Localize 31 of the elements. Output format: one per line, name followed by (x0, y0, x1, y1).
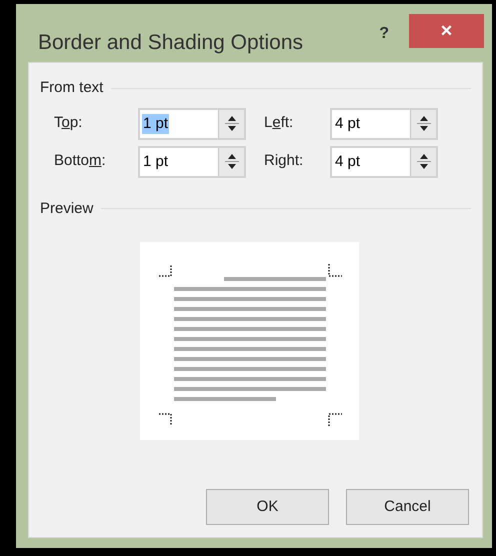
field-value: 1 pt (142, 114, 170, 134)
up-arrow-icon (420, 154, 428, 159)
spin-field[interactable]: 4 pt (330, 146, 438, 178)
spin-field[interactable]: 1 pt (138, 146, 246, 178)
field-value: 1 pt (142, 152, 170, 172)
dialog-button[interactable]: OK (206, 489, 329, 525)
field-label: Top: (54, 113, 84, 134)
dialog-button[interactable]: Cancel (346, 489, 469, 525)
spinner-control[interactable] (218, 110, 244, 138)
field-value: 4 pt (334, 114, 362, 134)
window-title: Border and Shading Options (38, 30, 304, 56)
up-arrow-icon (228, 116, 236, 121)
spinner-control[interactable] (218, 148, 244, 176)
down-arrow-icon (228, 164, 236, 169)
down-arrow-icon (228, 126, 236, 131)
field-value: 4 pt (334, 152, 362, 172)
field-label: Left: (264, 113, 294, 134)
help-button[interactable]: ? (379, 22, 389, 46)
spinner-control[interactable] (410, 148, 436, 176)
spin-field[interactable]: 4 pt (330, 108, 438, 140)
spinner-control[interactable] (410, 110, 436, 138)
close-button[interactable]: × (409, 14, 484, 48)
up-arrow-icon (420, 116, 428, 121)
group-title: From text (40, 78, 104, 98)
spin-field[interactable]: 1 pt (138, 108, 246, 140)
field-label: Right: (264, 151, 304, 172)
group-title: Preview (40, 198, 94, 218)
field-label: Bottom: (54, 151, 107, 172)
up-arrow-icon (228, 154, 236, 159)
down-arrow-icon (420, 126, 428, 131)
down-arrow-icon (420, 164, 428, 169)
